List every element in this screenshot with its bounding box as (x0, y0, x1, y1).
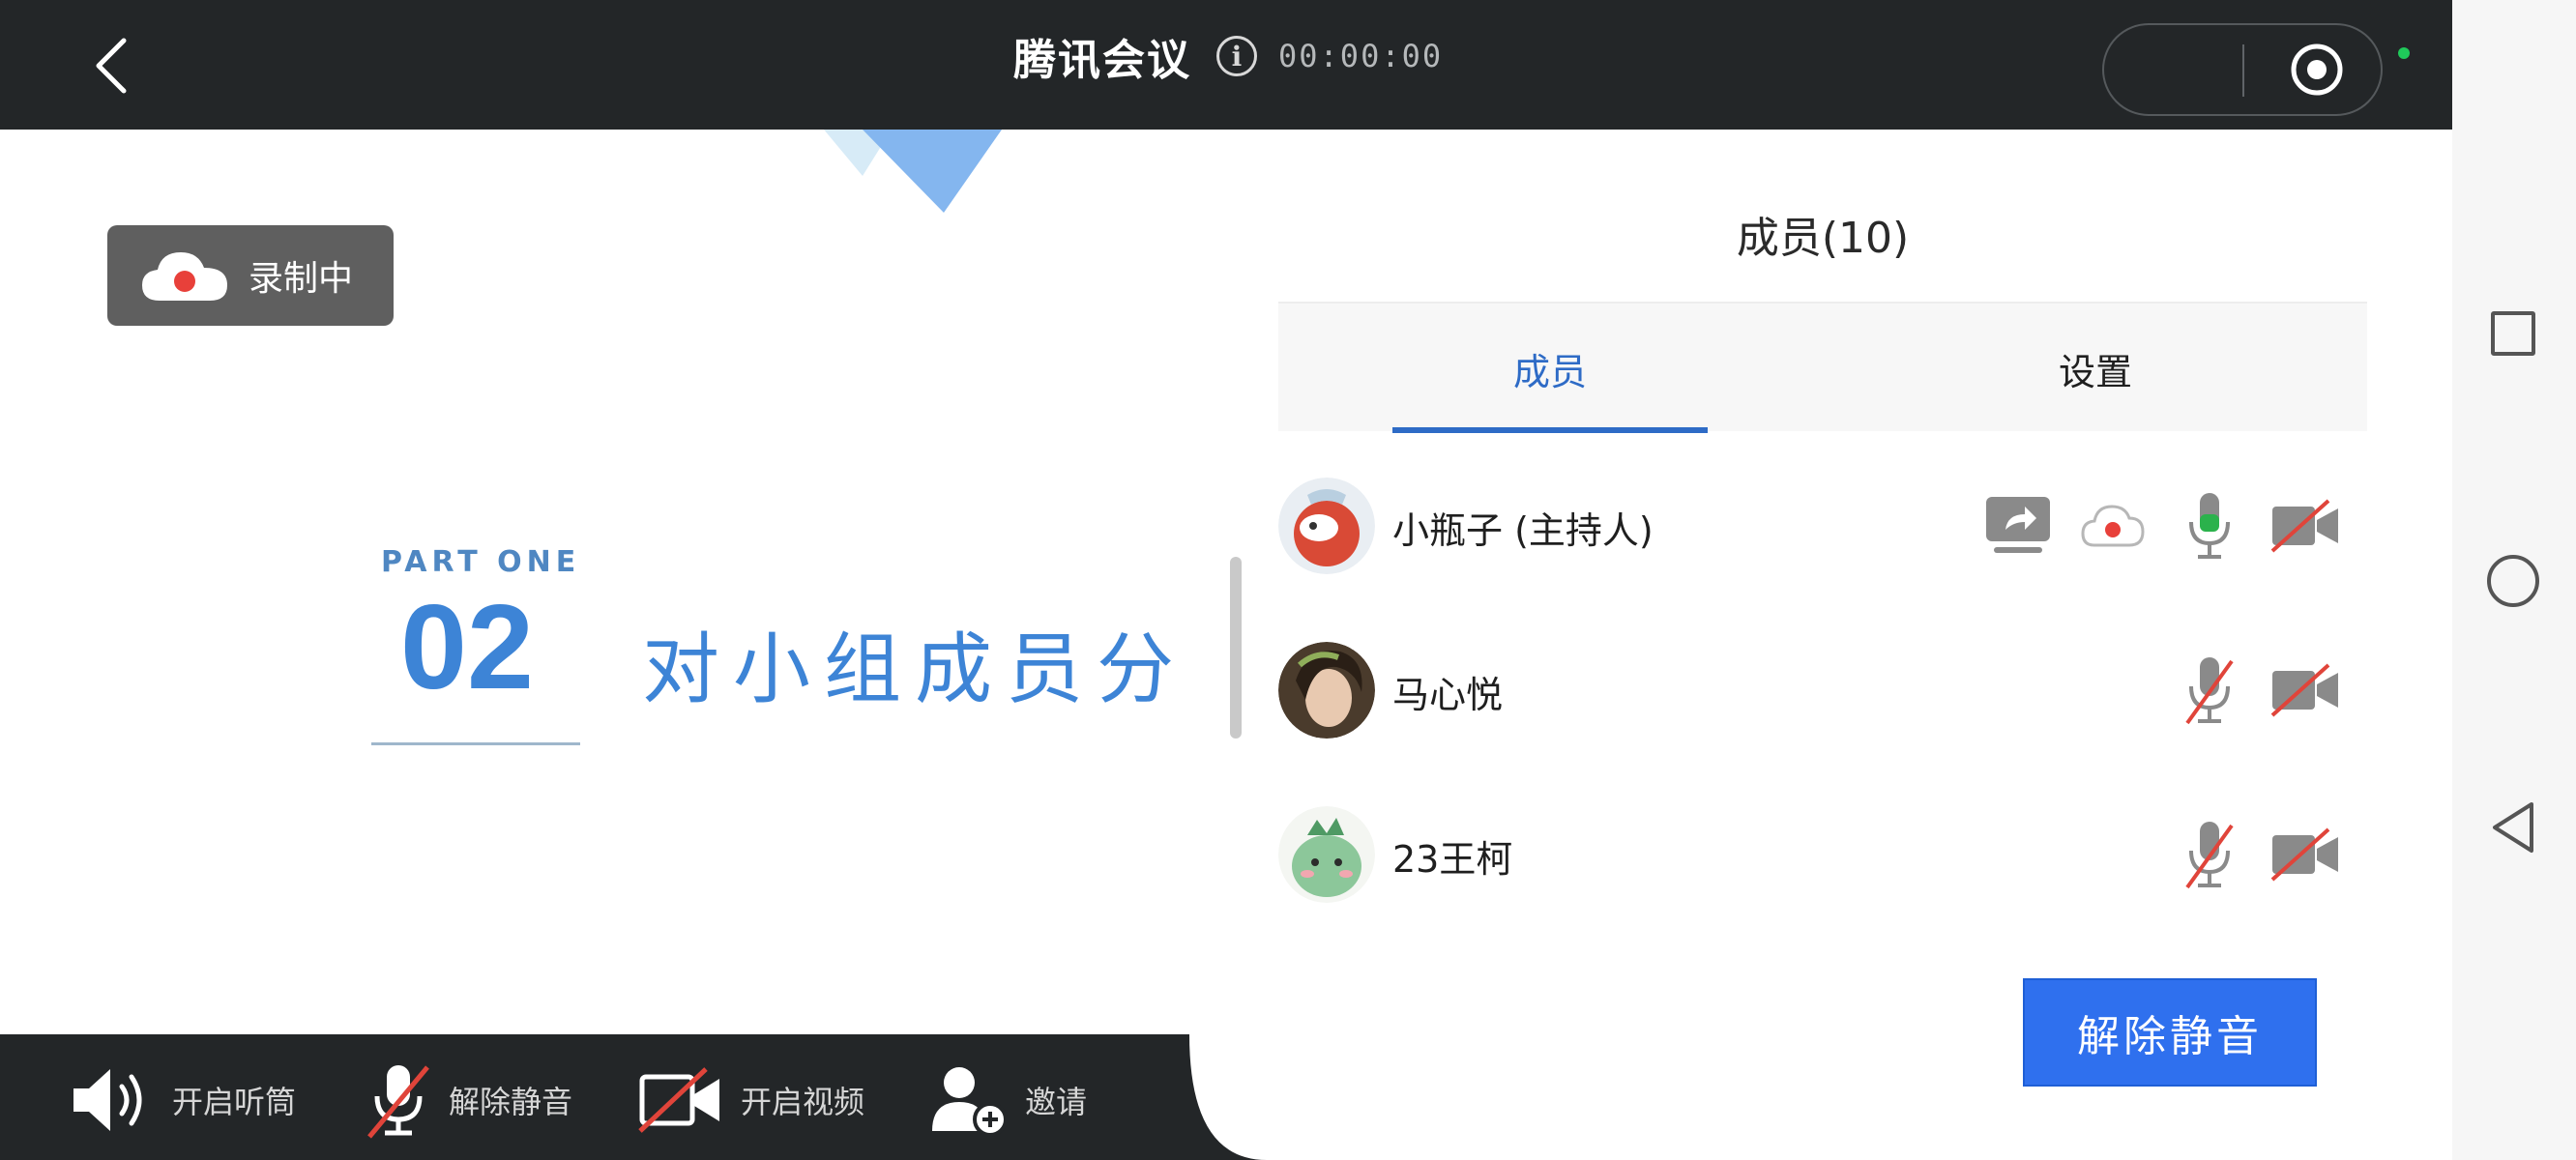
mic-muted-icon (2185, 822, 2234, 889)
meeting-title: 腾讯会议 (1013, 36, 1191, 85)
slide-part-number: 02 (400, 581, 534, 714)
screen-share-icon (1986, 497, 2050, 553)
avatar (1278, 478, 1375, 574)
invite-button[interactable]: 邀请 (928, 1061, 1087, 1139)
square-icon[interactable] (2491, 311, 2535, 356)
tab-settings[interactable]: 设置 (1938, 304, 2253, 433)
target-icon[interactable] (2288, 41, 2346, 99)
miniprogram-capsule[interactable] (2102, 23, 2383, 116)
video-off-icon (2270, 499, 2338, 553)
mic-icon (2189, 493, 2230, 559)
video-label: 开启视频 (741, 1084, 865, 1120)
members-panel-title: 成员(10) (1736, 214, 1910, 263)
decorative-triangles (824, 130, 1002, 213)
video-button[interactable]: 开启视频 (638, 1061, 864, 1139)
cloud-record-icon (2081, 505, 2145, 547)
speaker-icon (73, 1069, 142, 1131)
speaker-label: 开启听筒 (172, 1084, 297, 1120)
circle-icon[interactable] (2487, 555, 2539, 607)
recording-badge: 录制中 (107, 225, 394, 326)
meeting-screen: 腾讯会议 i 00:00:00 录制中 PART ONE 02 对小组成员分 开… (0, 0, 2576, 1160)
add-user-icon (932, 1067, 1008, 1137)
invite-label: 邀请 (1025, 1084, 1088, 1120)
member-row[interactable]: 23王柯 (1278, 800, 2367, 909)
member-name: 马心悦 (1392, 674, 1504, 716)
active-tab-indicator (1392, 427, 1708, 433)
cloud-record-icon (142, 252, 227, 301)
info-icon[interactable]: i (1216, 36, 1257, 76)
slide-divider (371, 742, 580, 745)
tab-members[interactable]: 成员 (1392, 304, 1708, 433)
panel-corner (1189, 1034, 1267, 1160)
avatar (1278, 642, 1375, 739)
video-off-icon (2270, 663, 2338, 717)
unmute-all-button[interactable]: 解除静音 (2023, 978, 2317, 1087)
shared-slide: 录制中 PART ONE 02 对小组成员分 (4, 130, 1251, 1034)
top-bar: 腾讯会议 i 00:00:00 (0, 0, 2452, 130)
capsule-divider (2242, 44, 2244, 97)
member-name: 小瓶子 (主持人) (1392, 509, 1654, 552)
meeting-timer: 00:00:00 (1278, 38, 1444, 74)
slide-heading: 对小组成员分 (642, 624, 1187, 714)
recording-label: 录制中 (249, 259, 354, 299)
unmute-button[interactable]: 解除静音 (366, 1061, 572, 1139)
member-row[interactable]: 马心悦 (1278, 636, 2367, 744)
mic-muted-icon (2185, 657, 2234, 725)
bottom-toolbar: 开启听筒 解除静音 开启视频 邀请 (0, 1034, 1189, 1160)
member-row[interactable]: 小瓶子 (主持人) (1278, 472, 2367, 580)
title-group: 腾讯会议 i 00:00:00 (1013, 25, 1443, 87)
back-chevron-icon (96, 38, 127, 94)
speaker-button[interactable]: 开启听筒 (70, 1061, 296, 1139)
member-name: 23王柯 (1392, 838, 1513, 881)
mic-muted-icon (367, 1065, 429, 1139)
slide-scrollbar[interactable] (1230, 557, 1242, 739)
triangle-back-icon[interactable] (2489, 800, 2537, 855)
connection-status-dot (2398, 47, 2410, 59)
unmute-label: 解除静音 (449, 1084, 573, 1120)
video-off-icon (2270, 827, 2338, 882)
panel-tabs: 成员 设置 (1278, 302, 2367, 433)
avatar (1278, 806, 1375, 903)
back-button[interactable] (85, 35, 143, 97)
slide-part-label: PART ONE (381, 545, 581, 579)
video-off-icon (638, 1067, 719, 1133)
